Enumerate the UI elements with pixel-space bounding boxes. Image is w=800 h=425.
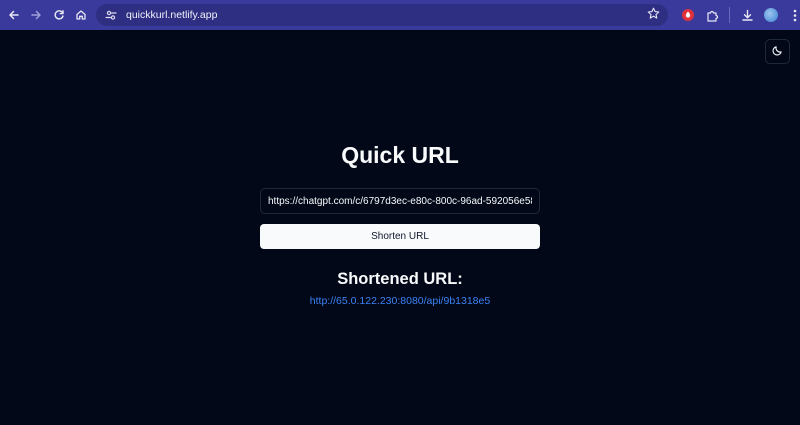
puzzle-icon[interactable] [700, 4, 724, 26]
extensions-area [676, 4, 800, 26]
address-bar[interactable]: quickkurl.netlify.app [96, 4, 668, 26]
main-content: Quick URL Shorten URL Shortened URL: htt… [0, 30, 800, 425]
page-title: Quick URL [341, 142, 459, 168]
result-heading: Shortened URL: [337, 270, 463, 288]
url-input[interactable] [260, 188, 540, 214]
forward-icon[interactable] [25, 4, 47, 26]
address-bar-url[interactable]: quickkurl.netlify.app [126, 9, 217, 21]
site-info-icon[interactable] [104, 8, 118, 22]
shortened-url-link[interactable]: http://65.0.122.230:8080/api/9b1318e5 [310, 295, 490, 307]
extension-icon[interactable] [676, 4, 700, 26]
shorten-url-button[interactable]: Shorten URL [260, 224, 540, 249]
result-link-container: http://65.0.122.230:8080/api/9b1318e5 [0, 295, 800, 307]
home-icon[interactable] [70, 4, 92, 26]
download-icon[interactable] [735, 4, 759, 26]
star-icon[interactable] [647, 7, 660, 23]
back-icon[interactable] [3, 4, 25, 26]
menu-icon[interactable] [783, 4, 800, 26]
toolbar-separator [729, 7, 730, 23]
profile-avatar[interactable] [759, 4, 783, 26]
reload-icon[interactable] [48, 4, 70, 26]
browser-toolbar: quickkurl.netlify.app [0, 0, 800, 30]
